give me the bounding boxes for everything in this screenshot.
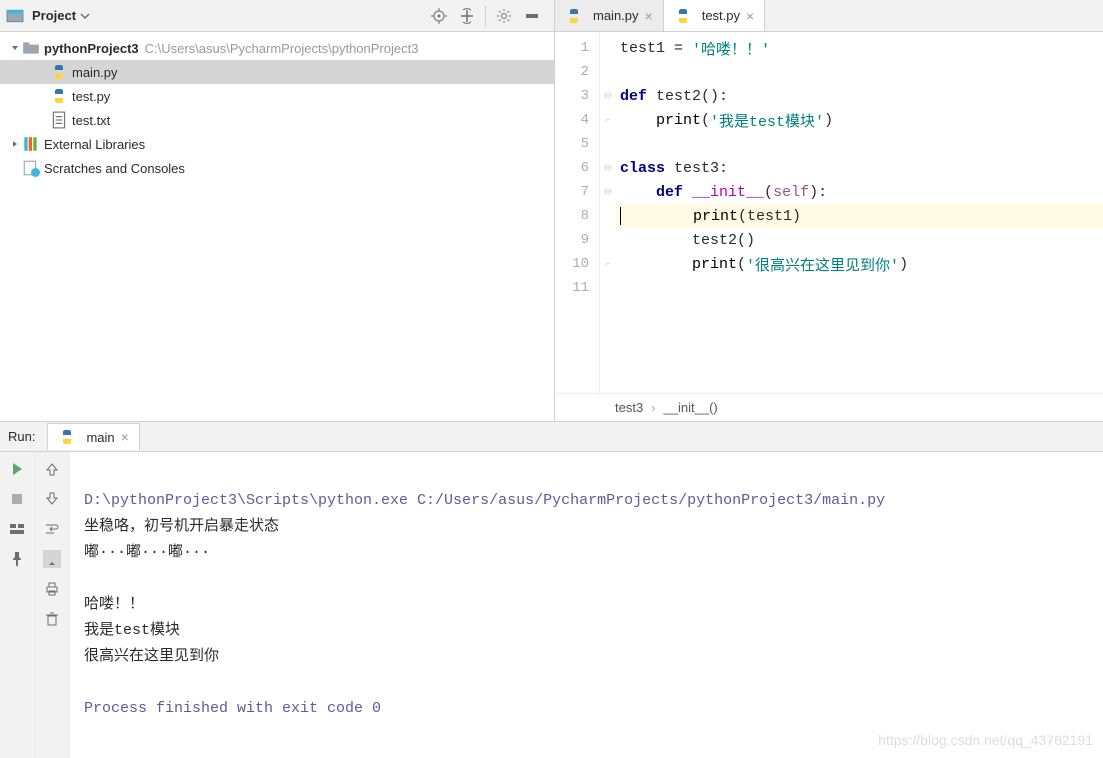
editor[interactable]: 1 2 3 4 5 6 7 8 9 10 11 ⊖ ⌐ ⊖ ⊖ ⌐ <box>555 32 1103 393</box>
run-toolbar-primary <box>0 452 35 758</box>
python-file-icon <box>565 7 583 25</box>
close-icon[interactable]: × <box>746 8 754 24</box>
tree-scratches[interactable]: Scratches and Consoles <box>0 156 554 180</box>
console-line: 很高兴在这里见到你 <box>84 648 219 665</box>
tree-external-libs[interactable]: External Libraries <box>0 132 554 156</box>
file-label: main.py <box>72 65 118 80</box>
project-view-selector[interactable]: Project <box>6 7 90 25</box>
expand-all-icon[interactable] <box>457 6 477 26</box>
tree-file-main[interactable]: main.py <box>0 60 554 84</box>
main-split: Project pythonProject3 C:\Users\asus\Pyc… <box>0 0 1103 422</box>
project-icon <box>6 7 24 25</box>
print-icon[interactable] <box>43 580 61 598</box>
file-label: test.py <box>72 89 110 104</box>
project-title: Project <box>32 8 76 23</box>
scratches-label: Scratches and Consoles <box>44 161 185 176</box>
python-file-icon <box>50 87 68 105</box>
up-icon[interactable] <box>43 460 61 478</box>
folder-icon <box>22 39 40 57</box>
locate-icon[interactable] <box>429 6 449 26</box>
run-body: D:\pythonProject3\Scripts\python.exe C:/… <box>0 452 1103 758</box>
close-icon[interactable]: × <box>121 429 129 445</box>
console-line: 我是test模块 <box>84 622 180 639</box>
python-file-icon <box>50 63 68 81</box>
console-line: 哈喽！！ <box>84 596 144 613</box>
run-tab-label: main <box>86 430 114 445</box>
watermark: https://blog.csdn.net/qq_43762191 <box>878 732 1093 748</box>
tree-root[interactable]: pythonProject3 C:\Users\asus\PycharmProj… <box>0 36 554 60</box>
project-tree[interactable]: pythonProject3 C:\Users\asus\PycharmProj… <box>0 32 554 421</box>
tree-file-test-txt[interactable]: test.txt <box>0 108 554 132</box>
console-line: 坐稳咯，初号机开启暴走状态 <box>84 518 279 535</box>
fold-icon[interactable]: ⊖ <box>600 84 616 108</box>
scroll-to-end-icon[interactable] <box>43 550 61 568</box>
rerun-icon[interactable] <box>8 460 26 478</box>
run-panel: Run: main × D:\pythonProject3\Scripts\py… <box>0 422 1103 758</box>
fold-column: ⊖ ⌐ ⊖ ⊖ ⌐ <box>600 32 616 393</box>
run-toolbar-secondary <box>35 452 70 758</box>
down-icon[interactable] <box>43 490 61 508</box>
editor-tabs: main.py × test.py × <box>555 0 1103 32</box>
root-name: pythonProject3 <box>44 41 139 56</box>
line-gutter: 1 2 3 4 5 6 7 8 9 10 11 <box>555 32 600 393</box>
library-icon <box>22 135 40 153</box>
layout-icon[interactable] <box>8 520 26 538</box>
gear-icon[interactable] <box>494 6 514 26</box>
fold-end-icon[interactable]: ⌐ <box>600 108 616 132</box>
trash-icon[interactable] <box>43 610 61 628</box>
fold-end-icon[interactable]: ⌐ <box>600 252 616 276</box>
console-command: D:\pythonProject3\Scripts\python.exe C:/… <box>84 492 885 509</box>
text-file-icon <box>50 111 68 129</box>
tab-test-py[interactable]: test.py × <box>664 0 765 31</box>
root-path: C:\Users\asus\PycharmProjects\pythonProj… <box>145 41 419 56</box>
tab-label: test.py <box>702 8 740 23</box>
soft-wrap-icon[interactable] <box>43 520 61 538</box>
pin-icon[interactable] <box>8 550 26 568</box>
fold-icon[interactable]: ⊖ <box>600 156 616 180</box>
chevron-right-icon: › <box>651 400 655 415</box>
breadcrumb[interactable]: test3 › __init__() <box>555 393 1103 421</box>
ext-libs-label: External Libraries <box>44 137 145 152</box>
project-header: Project <box>0 0 554 32</box>
fold-icon[interactable]: ⊖ <box>600 180 616 204</box>
python-file-icon <box>58 428 76 446</box>
breadcrumb-class[interactable]: test3 <box>615 400 643 415</box>
close-icon[interactable]: × <box>645 8 653 24</box>
project-panel: Project pythonProject3 C:\Users\asus\Pyc… <box>0 0 555 421</box>
run-header: Run: main × <box>0 422 1103 452</box>
stop-icon[interactable] <box>8 490 26 508</box>
hide-icon[interactable] <box>522 6 542 26</box>
console-line: 嘟···嘟···嘟··· <box>84 544 210 561</box>
console-output[interactable]: D:\pythonProject3\Scripts\python.exe C:/… <box>70 452 1103 758</box>
breadcrumb-method[interactable]: __init__() <box>664 400 718 415</box>
run-tab[interactable]: main × <box>47 423 139 450</box>
separator <box>485 6 486 26</box>
chevron-down-icon <box>80 11 90 21</box>
python-file-icon <box>674 7 692 25</box>
tree-file-test-py[interactable]: test.py <box>0 84 554 108</box>
chevron-down-icon[interactable] <box>8 41 22 55</box>
file-label: test.txt <box>72 113 110 128</box>
chevron-right-icon[interactable] <box>8 137 22 151</box>
scratches-icon <box>22 159 40 177</box>
tab-label: main.py <box>593 8 639 23</box>
console-exit: Process finished with exit code 0 <box>84 700 381 717</box>
editor-panel: main.py × test.py × 1 2 3 4 5 6 7 8 9 10 <box>555 0 1103 421</box>
code-area[interactable]: test1 = '哈喽！！' def test2(): print('我是tes… <box>616 32 1103 393</box>
run-label: Run: <box>8 429 35 444</box>
tab-main-py[interactable]: main.py × <box>555 0 664 31</box>
